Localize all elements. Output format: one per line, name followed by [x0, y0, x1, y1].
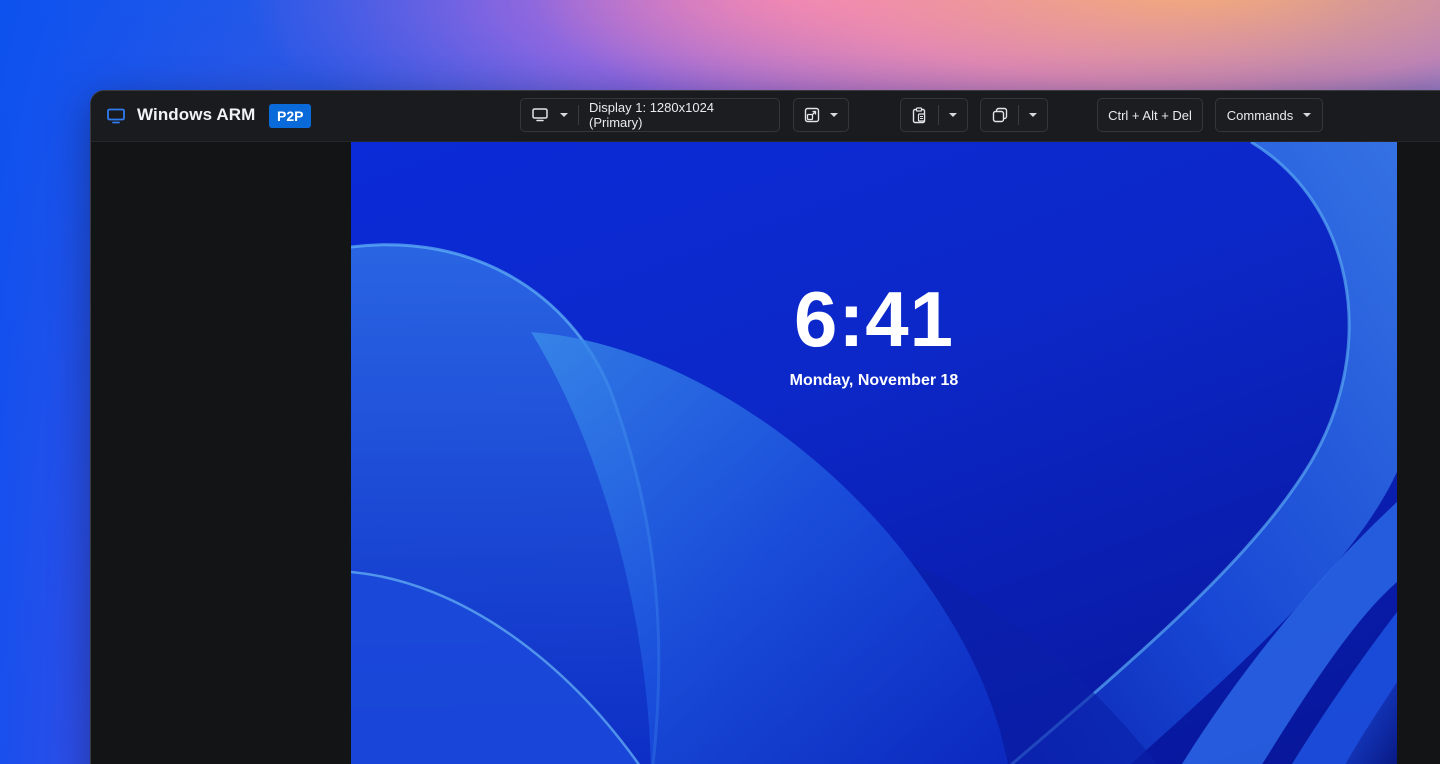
remote-desktop-window: Windows ARM P2P Display 1: 1280x1024 (Pr… [90, 90, 1440, 764]
chevron-down-icon [1029, 113, 1037, 117]
lock-screen-date: Monday, November 18 [789, 372, 959, 389]
display-label[interactable]: Display 1: 1280x1024 (Primary) [579, 99, 779, 131]
chevron-down-icon [559, 113, 568, 117]
monitor-icon [531, 108, 548, 122]
clipboard-icon [912, 106, 926, 123]
display-selector: Display 1: 1280x1024 (Primary) [520, 98, 780, 132]
ctrl-alt-del-label: Ctrl + Alt + Del [1108, 107, 1192, 123]
copy-dropdown-button[interactable] [1019, 99, 1047, 131]
clipboard-dropdown-button[interactable] [939, 99, 967, 131]
commands-label: Commands [1226, 107, 1294, 123]
wallpaper-bloom [351, 142, 1397, 764]
copy-button[interactable] [981, 99, 1018, 131]
app-title: Windows ARM [137, 105, 256, 124]
resize-icon [804, 107, 820, 123]
copy-controls [980, 98, 1048, 132]
window-titlebar: Windows ARM P2P Display 1: 1280x1024 (Pr… [91, 91, 1440, 142]
display-dropdown-button[interactable] [521, 99, 578, 131]
connection-badge: P2P [269, 104, 312, 128]
chevron-down-icon [830, 113, 838, 117]
ctrl-alt-del-button[interactable]: Ctrl + Alt + Del [1097, 98, 1203, 132]
copy-icon [992, 107, 1007, 123]
right-letterbox [1397, 142, 1440, 764]
chevron-down-icon [1303, 113, 1312, 117]
commands-dropdown[interactable]: Commands [1215, 98, 1323, 132]
clipboard-controls [900, 98, 968, 132]
monitor-icon [107, 108, 125, 124]
lock-screen-time: 6:41 [793, 275, 955, 363]
chevron-down-icon [949, 113, 957, 117]
left-letterbox [91, 142, 351, 764]
remote-screen-view[interactable]: 6:41 Monday, November 18 [351, 142, 1397, 764]
scale-mode-button[interactable] [793, 98, 849, 132]
clipboard-button[interactable] [901, 99, 938, 131]
